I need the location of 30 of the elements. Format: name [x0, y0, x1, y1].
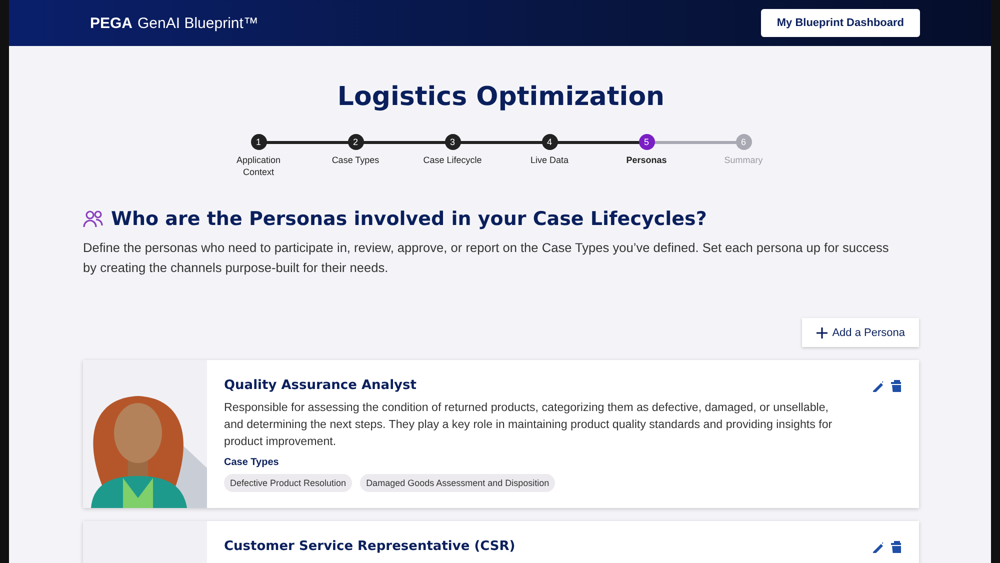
step-number[interactable]: 5 — [638, 134, 654, 150]
case-type-tag[interactable]: Damaged Goods Assessment and Disposition — [360, 474, 556, 492]
step-number[interactable]: 2 — [348, 134, 364, 150]
step-label: Case Types — [330, 154, 380, 166]
edit-icon[interactable] — [871, 379, 883, 392]
step-label: Live Data — [529, 154, 570, 166]
delete-icon[interactable] — [889, 540, 901, 553]
case-type-tag[interactable]: Defective Product Resolution — [224, 474, 352, 492]
persona-name: Quality Assurance Analyst — [224, 378, 416, 393]
brand-title: GenAI Blueprint™ — [138, 14, 258, 32]
section-description: Define the personas who need to participate in, review, approve, or report on the Case Types you’ve defined. Set each persona up for success by creating the channels purpose-built for their needs. — [83, 239, 889, 277]
step-number[interactable]: 3 — [444, 134, 460, 150]
case-types-label: Case Types — [224, 457, 280, 468]
step-label: Application Context — [235, 154, 282, 178]
persona-description: Responsible for assessing the condition of returned products, categorizing them as defective, damaged, or unsellable, and determining the next steps. They play a key role in maintaining product quality standards and providing insights for product improvement. — [224, 400, 834, 450]
step-label: Case Lifecycle — [422, 154, 483, 166]
brand-logo: PEGA — [90, 14, 133, 32]
people-icon — [83, 209, 103, 229]
section-heading: Who are the Personas involved in your Case Lifecycles? — [111, 208, 707, 230]
step-label: Personas — [625, 154, 668, 166]
plus-icon — [816, 326, 828, 338]
persona-name: Customer Service Representative (CSR) — [224, 539, 516, 554]
add-persona-button[interactable]: Add a Persona — [802, 318, 919, 347]
step-number[interactable]: 1 — [250, 134, 266, 150]
edit-icon[interactable] — [871, 540, 883, 553]
page-title: Logistics Optimization — [336, 82, 666, 112]
step-number[interactable]: 4 — [542, 134, 558, 150]
delete-icon[interactable] — [889, 379, 901, 392]
step-label: Summary — [723, 154, 764, 166]
dashboard-button[interactable]: My Blueprint Dashboard — [760, 9, 920, 37]
